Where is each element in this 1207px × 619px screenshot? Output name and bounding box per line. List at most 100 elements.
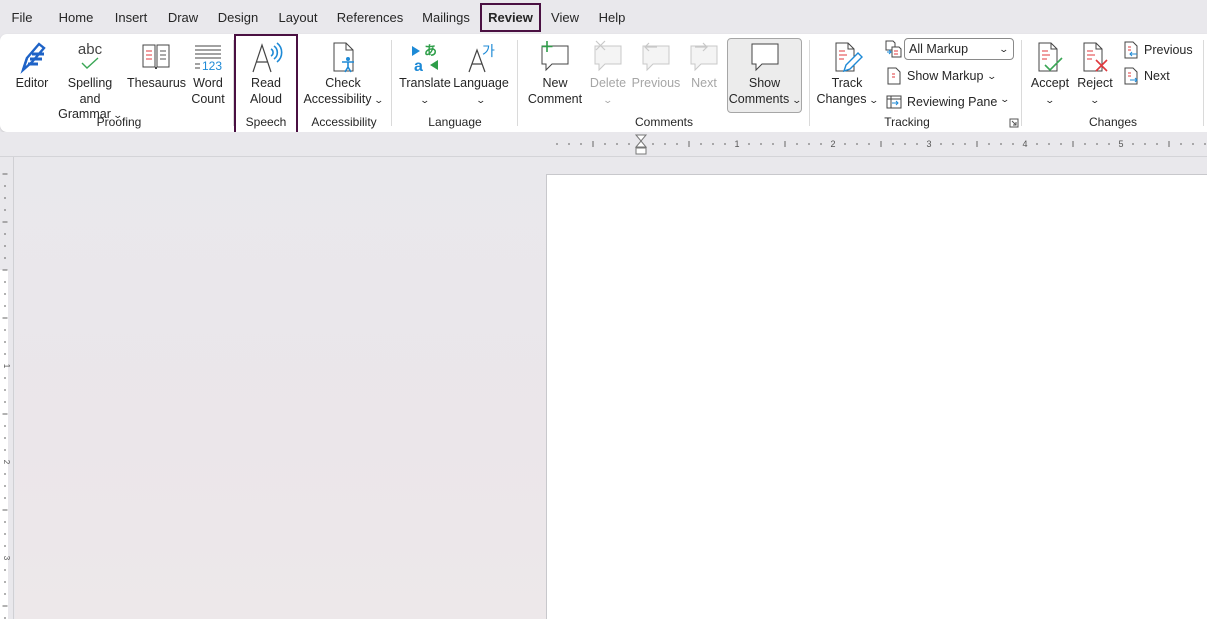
indent-marker[interactable] [634,134,648,155]
group-separator [517,40,518,126]
reject-button[interactable]: Reject ⌄ [1074,40,1116,108]
word-count-button[interactable]: 123 Word Count [187,40,229,107]
comments-group-label: Comments [634,115,693,129]
document-page[interactable] [546,174,1207,619]
tracking-dialog-launcher-icon[interactable] [1009,118,1019,128]
tab-layout[interactable]: Layout [272,3,324,32]
delete-comment-button[interactable]: Delete ⌄ [588,40,628,108]
word-count-label-line1: Word [193,76,223,90]
tab-view[interactable]: View [547,3,583,32]
new-comment-label-line1: New [542,76,568,90]
ruler-number: 4 [1022,139,1027,149]
group-separator [233,40,234,126]
reviewing-pane-dropdown-icon[interactable]: ⌄ [999,94,1010,105]
reviewing-pane-button[interactable]: Reviewing Pane [886,92,997,112]
track-changes-label-line2: Changes [816,91,867,106]
ruler-number: 5 [1118,139,1123,149]
next-comment-button[interactable]: Next [684,40,724,92]
show-markup-label: Show Markup [907,69,984,83]
thesaurus-book-icon [127,40,185,74]
tracking-group-label: Tracking [884,115,930,129]
editor-label: Editor [15,76,49,90]
check-accessibility-button[interactable]: Check Accessibility ⌄ [302,40,384,108]
chevron-down-icon: ⌄ [373,94,385,105]
ruler-number: 3 [2,556,11,561]
tab-file[interactable]: File [6,3,38,32]
show-markup-button[interactable]: Show Markup ⌄ [886,66,998,86]
track-changes-label-line1: Track [831,76,863,90]
next-change-icon [1123,67,1139,85]
spelling-grammar-button[interactable]: abc Spelling and Grammar ⌄ [56,40,124,124]
tab-references[interactable]: References [332,3,408,32]
ruler-number: 2 [830,139,835,149]
show-comments-button[interactable]: Show Comments ⌄ [727,40,802,108]
chevron-down-icon: ⌄ [1089,94,1101,105]
tab-insert[interactable]: Insert [108,3,154,32]
check-accessibility-label-line1: Check [325,76,361,90]
track-changes-button[interactable]: Track Changes ⌄ [815,40,879,108]
word-count-icon: 123 [187,40,229,74]
svg-text:あ: あ [424,44,437,59]
accessibility-check-icon [302,40,384,74]
check-accessibility-label-line2: Accessibility [303,91,372,106]
group-separator [1021,40,1022,126]
editor-pen-icon [10,40,54,74]
vertical-ruler[interactable]: 1 2 3 [0,157,14,619]
previous-change-button[interactable]: Previous [1123,40,1193,60]
new-comment-icon [524,40,586,74]
chevron-down-icon: ⌄ [868,94,880,105]
show-comments-icon [727,40,802,74]
accessibility-group-label: Accessibility [311,115,377,129]
delete-comment-label: Delete [589,76,627,90]
tab-mailings[interactable]: Mailings [416,3,476,32]
reviewing-pane-icon [886,94,902,110]
accept-label: Accept [1030,76,1070,90]
group-separator [1203,40,1204,126]
proofing-group-label: Proofing [96,115,142,129]
chevron-down-icon: ⌄ [1044,94,1056,105]
group-separator [391,40,392,126]
language-group-label: Language [428,115,482,129]
display-for-review-icon [884,40,902,58]
svg-text:가: 가 [482,44,495,60]
chevron-down-icon: ⌄ [998,44,1010,54]
editor-button[interactable]: Editor [10,40,54,92]
show-markup-icon [886,67,902,85]
horizontal-ruler[interactable]: 1 2 3 4 5 [0,132,1207,157]
next-change-button[interactable]: Next [1123,66,1170,86]
thesaurus-button[interactable]: Thesaurus [127,40,186,92]
next-comment-icon [684,40,724,74]
ruler-number: 1 [734,139,739,149]
previous-change-label: Previous [1144,43,1193,57]
ruler-number: 3 [926,139,931,149]
changes-group-label: Changes [1088,115,1138,129]
ribbon-tab-bar: File Home Insert Draw Design Layout Refe… [0,0,1207,34]
translate-button[interactable]: aあ Translate ⌄ [398,40,452,108]
translate-icon: aあ [398,40,452,74]
language-button[interactable]: 가 Language ⌄ [452,40,510,108]
chevron-down-icon: ⌄ [986,70,998,81]
next-comment-label: Next [691,76,717,90]
chevron-down-icon: ⌄ [419,94,431,105]
previous-comment-button[interactable]: Previous [630,40,682,92]
accept-button[interactable]: Accept ⌄ [1028,40,1072,108]
new-comment-button[interactable]: New Comment [524,40,586,107]
tab-draw[interactable]: Draw [162,3,204,32]
read-aloud-icon [240,40,292,74]
read-aloud-button[interactable]: Read Aloud [240,40,292,107]
new-comment-label-line2: Comment [527,91,583,106]
read-aloud-label-line2: Aloud [250,91,282,106]
tab-help[interactable]: Help [594,3,630,32]
ruler-number: 1 [2,364,11,369]
markup-display-select[interactable]: All Markup ⌄ [904,38,1014,60]
svg-text:a: a [414,58,423,74]
language-icon: 가 [452,40,510,74]
reviewing-pane-label: Reviewing Pane [907,95,998,109]
previous-comment-label: Previous [631,76,681,90]
tab-home[interactable]: Home [52,3,100,32]
tab-review[interactable]: Review [480,3,541,32]
group-separator [809,40,810,126]
tab-design[interactable]: Design [212,3,264,32]
previous-change-icon [1123,41,1139,59]
ruler-margin [0,270,8,619]
